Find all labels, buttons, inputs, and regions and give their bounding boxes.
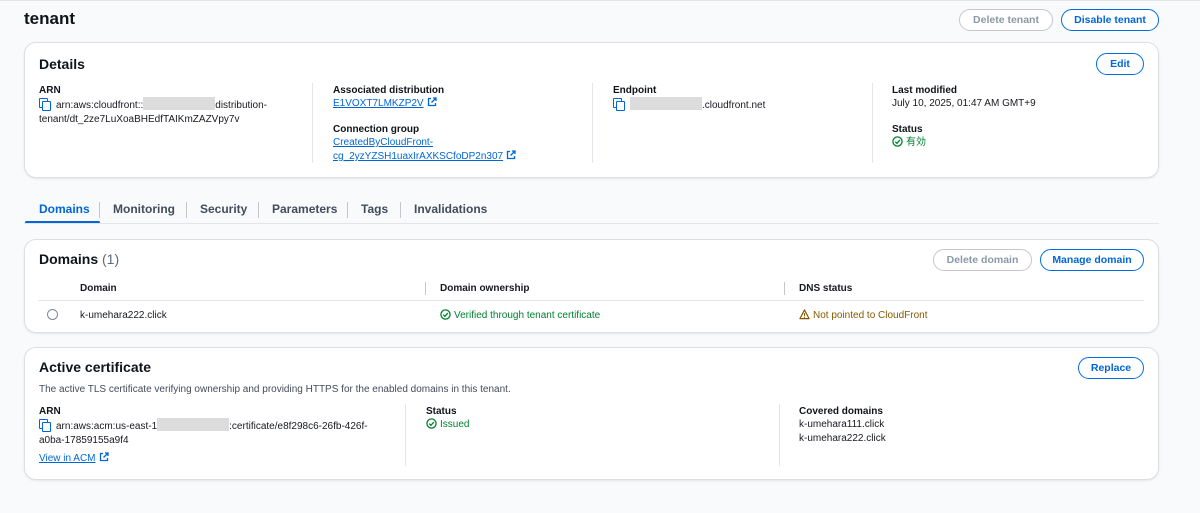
covered-domain-item: k-umehara222.click (799, 433, 886, 444)
redacted-block (143, 97, 216, 110)
column-divider (425, 282, 426, 295)
status-value: 有効 (892, 136, 926, 150)
column-header-dns-status[interactable]: DNS status (799, 283, 852, 294)
external-link-icon (506, 150, 516, 160)
associated-distribution-value: E1VOXT7LMKZP2V (333, 97, 437, 111)
tab-monitoring[interactable]: Monitoring (113, 202, 175, 216)
covered-domain-item: k-umehara111.click (799, 419, 885, 430)
table-divider (38, 300, 1144, 301)
copy-icon[interactable] (39, 98, 51, 111)
status-label: Status (892, 124, 923, 135)
certificate-title: Active certificate (39, 359, 152, 375)
tab-divider (258, 202, 259, 218)
external-link-icon (99, 452, 109, 462)
top-divider (0, 0, 1200, 1)
success-check-icon (892, 136, 903, 147)
column-divider (592, 83, 593, 163)
connection-group-value: CreatedByCloudFront-cg_2yzYZSH1uaxIrAXKS… (333, 136, 516, 164)
tab-domains[interactable]: Domains (39, 202, 90, 216)
tab-divider (186, 202, 187, 218)
view-in-acm: View in ACM (39, 452, 109, 466)
disable-tenant-button[interactable]: Disable tenant (1061, 9, 1159, 31)
domain-cell: k-umehara222.click (80, 310, 167, 321)
view-in-acm-link[interactable]: View in ACM (39, 453, 96, 464)
column-divider (779, 404, 780, 466)
domains-title: Domains (1) (39, 251, 120, 267)
page-title: tenant (24, 9, 75, 28)
tab-security[interactable]: Security (200, 202, 247, 216)
connection-group-link[interactable]: CreatedByCloudFront-cg_2yzYZSH1uaxIrAXKS… (333, 137, 503, 162)
domains-count: (1) (102, 251, 120, 267)
row-select-radio[interactable] (47, 309, 58, 320)
dns-status-cell: Not pointed to CloudFront (799, 309, 928, 323)
certificate-status-label: Status (426, 406, 457, 417)
ownership-cell: Verified through tenant certificate (440, 309, 600, 323)
column-divider (312, 83, 313, 163)
certificate-card: Active certificate Replace The active TL… (24, 347, 1159, 480)
success-check-icon (426, 418, 437, 429)
certificate-arn-label: ARN (39, 406, 61, 417)
column-divider (872, 83, 873, 163)
endpoint-value: .cloudfront.net (613, 97, 765, 113)
certificate-status-value: Issued (426, 418, 469, 432)
details-title: Details (39, 56, 85, 72)
details-card: Details Edit ARN arn:aws:cloudfront:: dis… (24, 42, 1159, 178)
tab-divider (400, 202, 401, 218)
edit-button[interactable]: Edit (1096, 53, 1144, 75)
certificate-description: The active TLS certificate verifying own… (39, 384, 511, 395)
replace-button[interactable]: Replace (1078, 357, 1144, 379)
tab-invalidations[interactable]: Invalidations (414, 202, 487, 216)
copy-icon[interactable] (613, 98, 625, 111)
column-divider (784, 282, 785, 295)
endpoint-label: Endpoint (613, 85, 657, 96)
associated-distribution-label: Associated distribution (333, 85, 445, 96)
redacted-block (157, 418, 230, 431)
last-modified-value: July 10, 2025, 01:47 AM GMT+9 (892, 98, 1036, 109)
tab-tags[interactable]: Tags (361, 202, 388, 216)
external-link-icon (427, 97, 437, 107)
delete-tenant-button[interactable]: Delete tenant (959, 9, 1053, 31)
tab-divider (347, 202, 348, 218)
tab-divider (99, 202, 100, 218)
redacted-block (630, 97, 702, 110)
connection-group-label: Connection group (333, 124, 420, 135)
tab-parameters[interactable]: Parameters (272, 202, 337, 216)
delete-domain-button[interactable]: Delete domain (933, 249, 1032, 271)
covered-domains-label: Covered domains (799, 406, 883, 417)
tab-baseline (24, 223, 1159, 224)
warning-icon (799, 309, 810, 320)
column-divider (405, 404, 406, 466)
last-modified-label: Last modified (892, 85, 958, 96)
certificate-arn-value: arn:aws:acm:us-east-1:certificate/e8f298… (39, 418, 399, 448)
arn-value: arn:aws:cloudfront:: distribution- tenant… (39, 97, 299, 127)
success-check-icon (440, 309, 451, 320)
manage-domain-button[interactable]: Manage domain (1040, 249, 1144, 271)
column-header-ownership[interactable]: Domain ownership (440, 283, 529, 294)
associated-distribution-link[interactable]: E1VOXT7LMKZP2V (333, 98, 424, 109)
arn-label: ARN (39, 85, 61, 96)
tab-bar: Domains Monitoring Security Parameters T… (24, 196, 1159, 226)
copy-icon[interactable] (39, 419, 51, 432)
column-header-domain[interactable]: Domain (80, 283, 117, 294)
